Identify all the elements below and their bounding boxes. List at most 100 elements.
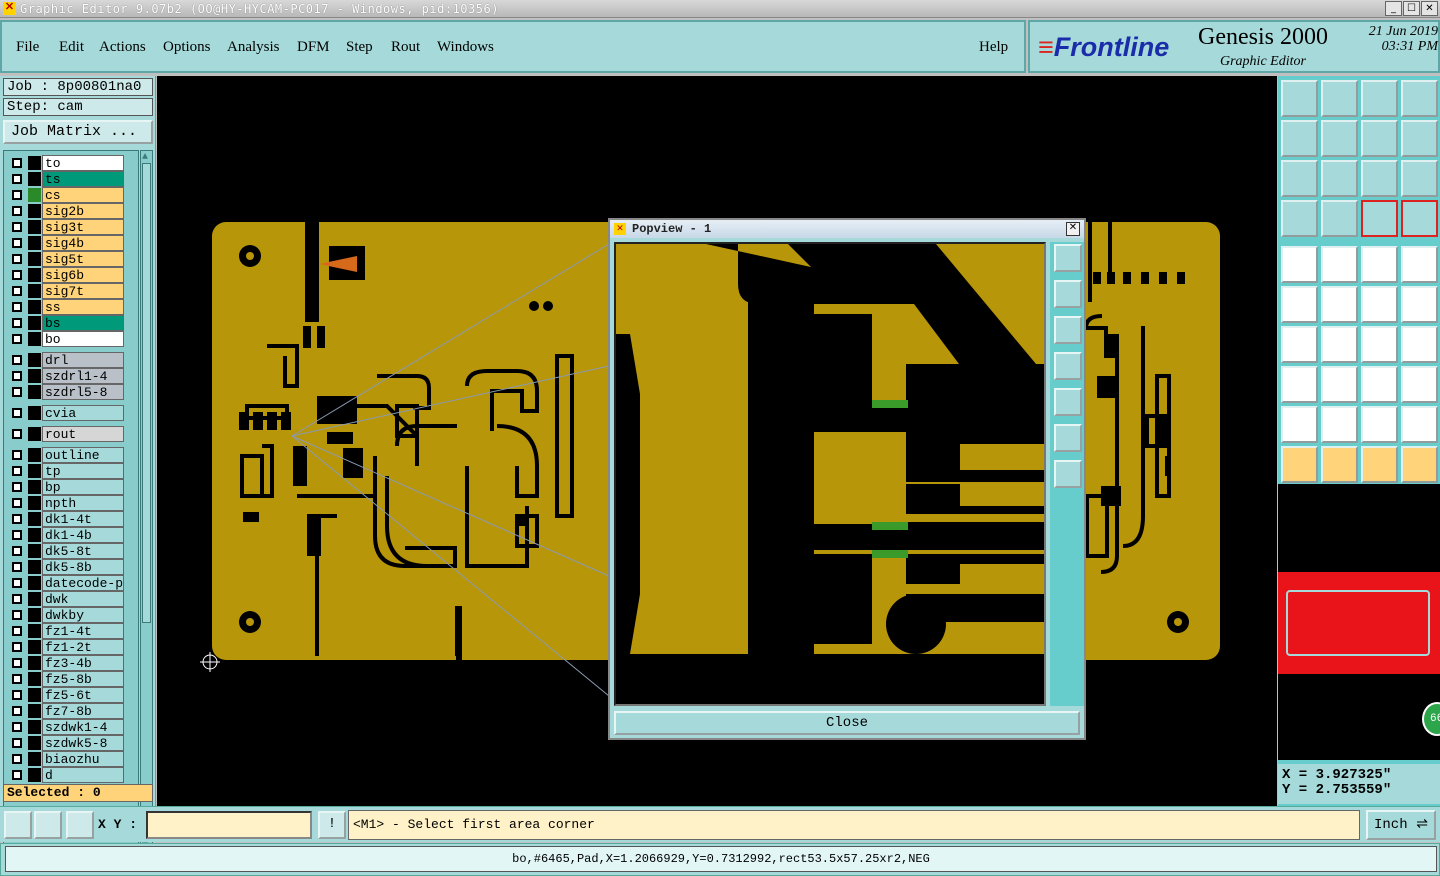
layer-name[interactable]: ts [42,171,124,187]
grid-icon[interactable] [66,811,94,839]
layer-checkbox[interactable] [12,578,22,588]
ruler-icon[interactable] [1361,246,1398,283]
options-icon[interactable] [1281,200,1318,237]
layer-checkbox[interactable] [12,482,22,492]
menu-file[interactable]: File [16,39,39,56]
layer-name[interactable]: fz5-8b [42,671,124,687]
layer-row-bs[interactable]: bs [6,315,130,331]
layer-row-outline[interactable]: outline [6,447,130,463]
menu-actions[interactable]: Actions [99,39,146,56]
layer-checkbox[interactable] [12,286,22,296]
arrow-a-icon[interactable] [1321,406,1358,443]
cross-icon[interactable] [1321,286,1358,323]
layer-name[interactable]: rout [42,426,124,442]
slash-icon[interactable] [1321,326,1358,363]
angle-icon[interactable] [34,811,62,839]
layer-row-drl[interactable]: drl [6,352,130,368]
layer-name[interactable]: sig7t [42,283,124,299]
select-box-icon[interactable] [1321,446,1358,483]
line-edit-icon[interactable] [1321,366,1358,403]
layer-checkbox[interactable] [12,355,22,365]
layer-row-cs[interactable]: cs [6,187,130,203]
layer-name[interactable]: d [42,767,124,783]
connect-icon[interactable] [1361,286,1398,323]
layer-name[interactable]: outline [42,447,124,463]
fit-vertical-icon[interactable] [1281,160,1318,197]
layer-name[interactable]: dk5-8b [42,559,124,575]
layer-checkbox[interactable] [12,371,22,381]
popview-canvas[interactable] [614,242,1046,706]
layer-row-sig6b[interactable]: sig6b [6,267,130,283]
layer-name[interactable]: cvia [42,405,124,421]
measure-icon[interactable] [4,811,32,839]
menu-analysis[interactable]: Analysis [227,39,280,56]
layer-checkbox[interactable] [12,562,22,572]
layer-name[interactable]: dwk [42,591,124,607]
layer-row-szdwk5-8[interactable]: szdwk5-8 [6,735,130,751]
layer-checkbox[interactable] [12,626,22,636]
home-icon[interactable] [1361,80,1398,117]
layer-row-sig2b[interactable]: sig2b [6,203,130,219]
layer-checkbox[interactable] [12,642,22,652]
layer-checkbox[interactable] [12,238,22,248]
layer-checkbox[interactable] [12,546,22,556]
layer-checkbox[interactable] [12,594,22,604]
layer-row-dk5-8b[interactable]: dk5-8b [6,559,130,575]
layer-row-dwkby[interactable]: dwkby [6,607,130,623]
layer-row-rout[interactable]: rout [6,426,130,442]
layer-checkbox[interactable] [12,334,22,344]
layer-checkbox[interactable] [12,498,22,508]
add-pad-icon[interactable] [1281,246,1318,283]
layer-row-datecode-pbe[interactable]: datecode-pbe [6,575,130,591]
triangle-a-icon[interactable] [1281,406,1318,443]
layer-name[interactable]: szdwk1-4 [42,719,124,735]
layer-checkbox[interactable] [12,318,22,328]
layer-checkbox[interactable] [12,770,22,780]
xy-input[interactable] [146,811,312,839]
layer-checkbox[interactable] [12,466,22,476]
layer-checkbox[interactable] [12,158,22,168]
layer-checkbox[interactable] [12,429,22,439]
layers-toggle-icon[interactable] [1361,200,1398,237]
layer-name[interactable]: tp [42,463,124,479]
layer-row-fz3-4b[interactable]: fz3-4b [6,655,130,671]
split-view-icon[interactable] [1401,80,1438,117]
layer-row-fz7-8b[interactable]: fz7-8b [6,703,130,719]
layer-name[interactable]: dwkby [42,607,124,623]
layer-row-bo[interactable]: bo [6,331,130,347]
layer-row-fz5-6t[interactable]: fz5-6t [6,687,130,703]
popview-pan-right-icon[interactable] [1054,388,1082,416]
exclamation-icon[interactable]: ! [318,811,346,839]
layer-name[interactable]: bo [42,331,124,347]
select-pointer-icon[interactable] [1281,446,1318,483]
layer-row-cvia[interactable]: cvia [6,405,130,421]
layer-name[interactable]: fz1-2t [42,639,124,655]
layer-row-szdwk1-4[interactable]: szdwk1-4 [6,719,130,735]
layer-row-ss[interactable]: ss [6,299,130,315]
layer-row-sig4b[interactable]: sig4b [6,235,130,251]
layer-name[interactable]: dk5-8t [42,543,124,559]
layer-list-scrollbar[interactable]: ▲ ▼ [140,150,153,854]
layer-row-d[interactable]: d [6,767,130,783]
popview-zoom-in-icon[interactable] [1054,424,1082,452]
job-matrix-button[interactable]: Job Matrix ... [3,120,153,144]
scale-1-2-icon[interactable] [1361,160,1398,197]
menu-windows[interactable]: Windows [437,39,494,56]
layer-checkbox[interactable] [12,222,22,232]
popview-pan-down-icon[interactable] [1054,316,1082,344]
layer-row-npth[interactable]: npth [6,495,130,511]
measure-box-icon[interactable] [1361,366,1398,403]
unit-select[interactable]: Inch ⇌ [1366,810,1436,840]
move-down-icon[interactable] [1321,80,1358,117]
layer-row-tp[interactable]: tp [6,463,130,479]
edit-angle-icon[interactable] [1281,326,1318,363]
layer-name[interactable]: sig2b [42,203,124,219]
layer-name[interactable]: cs [42,187,124,203]
layer-checkbox[interactable] [12,190,22,200]
layer-row-fz1-2t[interactable]: fz1-2t [6,639,130,655]
layer-name[interactable]: drl [42,352,124,368]
popview-pan-up-icon[interactable] [1054,280,1082,308]
move-left-icon[interactable] [1281,120,1318,157]
layer-name[interactable]: fz7-8b [42,703,124,719]
layer-name[interactable]: bp [42,479,124,495]
